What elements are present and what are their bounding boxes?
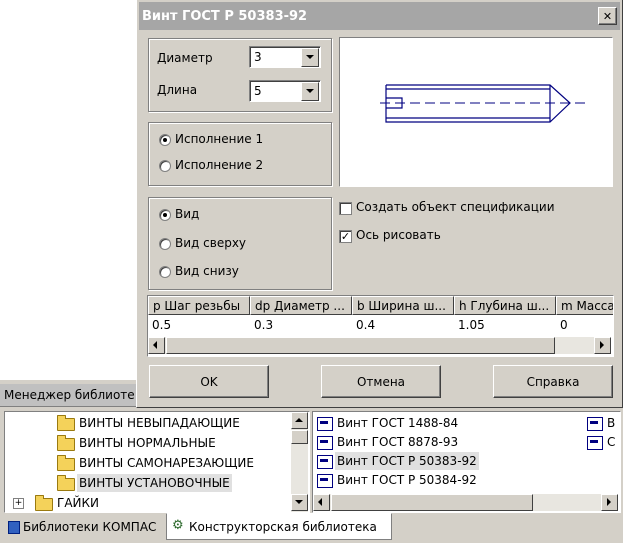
tab-design-library[interactable]: ⚙ Конструкторская библиотека: [166, 513, 392, 540]
size-group: Диаметр 3 Длина 5: [148, 38, 332, 112]
view-front-label[interactable]: Вид: [175, 207, 199, 221]
scroll-thumb[interactable]: [331, 494, 533, 511]
column-header[interactable]: b Ширина ш...: [352, 296, 454, 315]
view-bottom-radio[interactable]: [159, 266, 171, 278]
tree-item[interactable]: ВИНТЫ САМОНАРЕЗАЮЩИЕ: [5, 454, 291, 472]
folder-icon: [57, 415, 75, 431]
scroll-down-button[interactable]: [291, 494, 308, 511]
scroll-right-button[interactable]: [594, 337, 611, 354]
scroll-thumb[interactable]: [291, 430, 308, 444]
screw-icon: [317, 474, 333, 488]
create-spec-checkbox[interactable]: [339, 202, 352, 215]
help-button[interactable]: Справка: [493, 365, 613, 398]
execution-1-radio[interactable]: [159, 134, 171, 146]
draw-axis-checkbox[interactable]: ✓: [339, 230, 352, 243]
library-tree[interactable]: ВИНТЫ НЕВЫПАДАЮЩИЕ ВИНТЫ НОРМАЛЬНЫЕ ВИНТ…: [4, 411, 310, 513]
params-table[interactable]: p Шаг резьбы dp Диаметр ... b Ширина ш..…: [147, 295, 614, 357]
expand-icon[interactable]: +: [13, 498, 24, 509]
diameter-select[interactable]: 3: [249, 46, 321, 68]
column-header[interactable]: p Шаг резьбы: [148, 296, 250, 315]
tree-item[interactable]: + ГАЙКИ: [5, 494, 291, 512]
screw-icon: [587, 417, 603, 431]
tree-item[interactable]: ВИНТЫ НОРМАЛЬНЫЕ: [5, 434, 291, 452]
library-icon: [8, 521, 20, 534]
execution-1-label[interactable]: Исполнение 1: [175, 132, 263, 146]
list-item[interactable]: Винт ГОСТ Р 50384-92: [317, 471, 577, 489]
screw-icon: [317, 436, 333, 450]
chevron-down-icon[interactable]: [301, 48, 319, 67]
execution-2-radio[interactable]: [159, 160, 171, 172]
screw-icon: [587, 436, 603, 450]
column-header[interactable]: h Глубина ш...: [454, 296, 556, 315]
list-item[interactable]: Винт ГОСТ 1488-84: [317, 414, 577, 432]
execution-group: Исполнение 1 Исполнение 2: [148, 122, 332, 186]
view-top-radio[interactable]: [159, 238, 171, 250]
list-item[interactable]: Винт ГОСТ 8878-93: [317, 433, 577, 451]
view-group: Вид Вид сверху Вид снизу: [148, 197, 332, 290]
column-header[interactable]: m Масса: [556, 296, 613, 315]
length-select[interactable]: 5: [249, 80, 321, 102]
folder-icon: [57, 475, 75, 491]
table-cell: 0.5: [152, 318, 172, 332]
table-scrollbar[interactable]: [148, 337, 611, 354]
dialog-title-bar[interactable]: Винт ГОСТ Р 50383-92 ✕: [139, 2, 620, 30]
create-spec-label[interactable]: Создать объект спецификации: [356, 200, 555, 214]
screw-icon: [317, 417, 333, 431]
screw-dialog: Винт ГОСТ Р 50383-92 ✕ Диаметр 3 Длина 5…: [136, 0, 623, 408]
tree-item[interactable]: ВИНТЫ НЕВЫПАДАЮЩИЕ: [5, 414, 291, 432]
gear-icon: ⚙: [172, 518, 184, 533]
folder-icon: [57, 455, 75, 471]
screw-drawing: [380, 84, 586, 123]
execution-2-label[interactable]: Исполнение 2: [175, 158, 263, 172]
scroll-thumb[interactable]: [166, 337, 555, 354]
scroll-left-button[interactable]: [313, 494, 330, 511]
dialog-title: Винт ГОСТ Р 50383-92: [142, 9, 308, 24]
library-list[interactable]: Винт ГОСТ 1488-84 Винт ГОСТ 8878-93 Винт…: [312, 411, 621, 513]
tab-kompas-libraries[interactable]: Библиотеки КОМПАС: [4, 516, 164, 538]
tree-item-selected[interactable]: ВИНТЫ УСТАНОВОЧНЫЕ: [5, 474, 291, 492]
list-item-partial[interactable]: С: [587, 433, 617, 451]
table-cell: 0.3: [254, 318, 274, 332]
view-top-label[interactable]: Вид сверху: [175, 236, 246, 250]
column-header[interactable]: dp Диаметр ...: [250, 296, 352, 315]
draw-axis-label[interactable]: Ось рисовать: [356, 228, 441, 242]
length-label: Длина: [157, 83, 198, 97]
table-row[interactable]: 0.5 0.3 0.4 1.05 0: [148, 316, 613, 334]
table-header: p Шаг резьбы dp Диаметр ... b Ширина ш..…: [148, 296, 613, 315]
manager-title: Менеджер библиоте: [4, 388, 135, 402]
drawing-preview: [339, 37, 613, 187]
view-bottom-label[interactable]: Вид снизу: [175, 264, 239, 278]
tree-scrollbar[interactable]: [291, 412, 308, 512]
table-cell: 0: [560, 318, 568, 332]
view-front-radio[interactable]: [159, 209, 171, 221]
screw-icon: [317, 455, 333, 469]
list-item-partial[interactable]: В: [587, 414, 617, 432]
diameter-label: Диаметр: [157, 51, 213, 65]
close-icon: ✕: [602, 9, 613, 23]
close-button[interactable]: ✕: [598, 7, 617, 25]
chevron-down-icon[interactable]: [301, 82, 319, 101]
table-cell: 1.05: [458, 318, 485, 332]
ok-button[interactable]: OK: [149, 365, 269, 398]
list-item-selected[interactable]: Винт ГОСТ Р 50383-92: [317, 452, 577, 470]
table-cell: 0.4: [356, 318, 376, 332]
folder-icon: [57, 435, 75, 451]
cancel-button[interactable]: Отмена: [321, 365, 441, 398]
scroll-up-button[interactable]: [291, 412, 308, 429]
folder-icon: [35, 495, 53, 511]
list-scrollbar[interactable]: [313, 494, 618, 511]
scroll-left-button[interactable]: [148, 337, 165, 354]
scroll-right-button[interactable]: [601, 494, 618, 511]
